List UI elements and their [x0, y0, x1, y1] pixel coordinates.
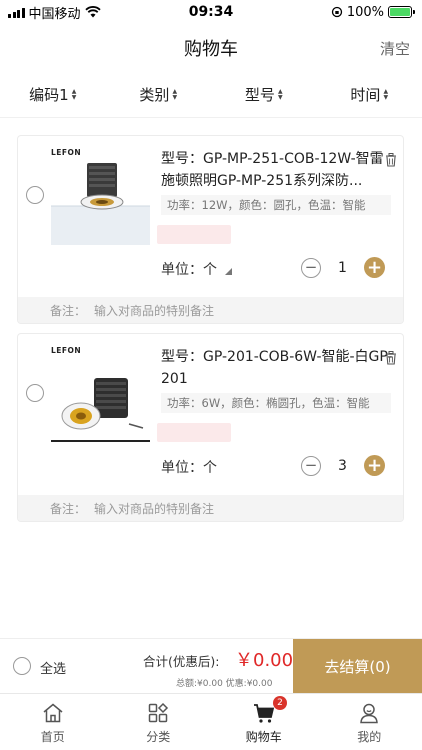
cart-item-body: LEFON 型号：GP-201-COB-6W-智能-白GP-201 功率：6W，… [18, 334, 403, 495]
cart-item: LEFON 型号：GP-201-COB-6W-智能-白GP-201 功率：6W，… [17, 333, 404, 522]
carrier-label: 中国移动 [28, 6, 81, 22]
quantity-stepper: − 1 + [301, 257, 385, 278]
subtotal-text: 总额:¥0.00 优惠:¥0.00 [176, 679, 273, 689]
quantity-value[interactable]: 3 [321, 458, 364, 474]
checkout-button[interactable]: 去结算(0) [293, 639, 422, 694]
select-all-label[interactable]: 全选 [40, 658, 66, 677]
sort-bar: 编码1 ▲ ▼ 类别 ▲ ▼ 型号 ▲ ▼ 时间 ▲ ▼ [0, 72, 422, 118]
total-label: 合计(优惠后): [143, 654, 220, 669]
tab-category-label: 分类 [146, 730, 171, 744]
page-title: 购物车 [184, 39, 238, 60]
remark-row[interactable]: 备注： 输入对商品的特别备注 [18, 495, 403, 521]
sort-model[interactable]: 型号 ▲ ▼ [211, 84, 317, 105]
quantity-value[interactable]: 1 [321, 260, 364, 276]
quantity-stepper: − 3 + [301, 455, 385, 476]
sort-category[interactable]: 类别 ▲ ▼ [106, 84, 212, 105]
profile-icon [360, 703, 379, 724]
tab-profile[interactable]: 我的 [317, 694, 422, 750]
sort-arrows-icon: ▲ ▼ [277, 87, 283, 101]
sort-arrows-icon: ▲ ▼ [172, 87, 178, 101]
signal-icon [8, 7, 25, 18]
unit-label: 单位：个 [161, 262, 217, 278]
price-placeholder [157, 225, 231, 244]
delete-icon[interactable] [385, 351, 397, 365]
sort-category-label: 类别 [139, 86, 170, 104]
product-spec: 功率：6W，颜色：椭圆孔，色温：智能 [161, 393, 391, 413]
orientation-lock-icon [331, 6, 342, 18]
unit-label: 单位：个 [161, 460, 217, 476]
checkout-bar: 全选 合计(优惠后): ￥0.00 总额:¥0.00 优惠:¥0.00 去结算(… [0, 638, 422, 694]
sort-code[interactable]: 编码1 ▲ ▼ [0, 84, 106, 105]
total-value: ￥0.00 [235, 650, 294, 671]
tab-category[interactable]: 分类 [106, 694, 212, 750]
battery-percent: 100% [346, 4, 384, 20]
sort-arrows-icon: ▲ ▼ [383, 87, 389, 101]
decrease-button[interactable]: − [301, 455, 321, 476]
caret-icon [225, 267, 232, 275]
delete-icon[interactable] [385, 153, 397, 167]
product-image[interactable]: LEFON [51, 146, 150, 245]
wifi-icon [84, 6, 101, 18]
status-bar: 中国移动 09:34 100% [0, 0, 422, 24]
battery-fill [390, 8, 410, 16]
remark-input[interactable]: 输入对商品的特别备注 [94, 500, 214, 517]
item-checkbox[interactable] [26, 186, 44, 204]
increase-button[interactable]: + [364, 455, 385, 476]
sort-code-label: 编码1 [29, 86, 69, 104]
nav-bar: 购物车 清空 [0, 24, 422, 72]
price-placeholder [157, 423, 231, 442]
sort-time-label: 时间 [350, 86, 381, 104]
clear-cart-button[interactable]: 清空 [380, 38, 410, 59]
remark-label: 备注： [50, 501, 87, 516]
tab-bar: 首页 分类 2 购物车 我的 [0, 693, 422, 750]
product-photo [51, 163, 150, 245]
product-title[interactable]: 型号：GP-201-COB-6W-智能-白GP-201 [161, 346, 396, 390]
tab-cart[interactable]: 2 购物车 [211, 694, 317, 750]
cart-item-body: LEFON 型号：GP-MP-251-COB-12W-智雷施顿照明GP-MP-2… [18, 136, 403, 297]
remark-label: 备注： [50, 303, 87, 318]
status-left: 中国移动 [8, 3, 101, 22]
tab-home-label: 首页 [40, 730, 65, 744]
item-checkbox[interactable] [26, 384, 44, 402]
remark-row[interactable]: 备注： 输入对商品的特别备注 [18, 297, 403, 323]
remark-input[interactable]: 输入对商品的特别备注 [94, 302, 214, 319]
tab-cart-label: 购物车 [245, 730, 282, 744]
category-icon [149, 702, 169, 723]
unit-selector[interactable]: 单位：个 [161, 259, 232, 279]
product-photo [51, 378, 150, 442]
cart-badge: 2 [273, 696, 287, 710]
product-image[interactable]: LEFON [51, 344, 150, 443]
sort-arrows-icon: ▲ ▼ [71, 87, 77, 101]
tab-profile-label: 我的 [357, 730, 382, 744]
unit-selector[interactable]: 单位：个 [161, 457, 217, 477]
product-spec: 功率：12W，颜色：圆孔，色温：智能 [161, 195, 391, 215]
sort-model-label: 型号 [244, 86, 275, 104]
select-all-checkbox[interactable] [13, 657, 31, 675]
home-icon [43, 703, 63, 723]
battery-icon [388, 6, 415, 18]
cart-icon [253, 704, 274, 723]
product-title[interactable]: 型号：GP-MP-251-COB-12W-智雷施顿照明GP-MP-251系列深防… [161, 148, 396, 192]
sort-time[interactable]: 时间 ▲ ▼ [317, 84, 422, 105]
tab-home[interactable]: 首页 [0, 694, 106, 750]
cart-item: LEFON 型号：GP-MP-251-COB-12W-智雷施顿照明GP-MP-2… [17, 135, 404, 324]
status-right: 100% [331, 4, 415, 20]
increase-button[interactable]: + [364, 257, 385, 278]
decrease-button[interactable]: − [301, 257, 321, 278]
